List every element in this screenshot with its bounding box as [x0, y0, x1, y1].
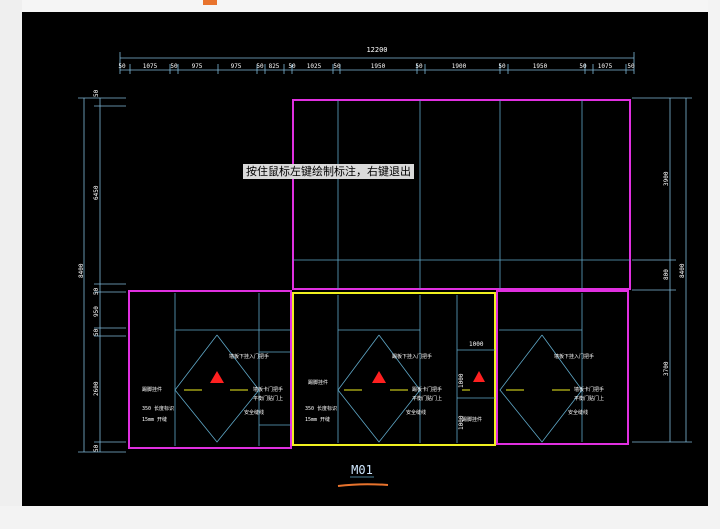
orange-tab-icon[interactable] — [203, 0, 217, 5]
left-dimension-lines — [78, 97, 126, 453]
right-dim-label: 3700 — [663, 361, 670, 376]
label-1000-c: 1000 — [458, 415, 465, 430]
lower-right-cabinet-outline[interactable] — [496, 290, 629, 445]
annotation-center-15: 15mm 开缝 — [305, 416, 330, 423]
annotation-left-350: 350 长度标识 — [142, 405, 174, 412]
top-dim-label: 825 — [269, 63, 280, 70]
annotation-right-top: 墙板下挂入门把手 — [554, 353, 594, 360]
orange-underline-mark — [337, 483, 389, 487]
top-dim-label: 50 — [118, 63, 126, 70]
label-1000-a: 1000 — [469, 341, 484, 348]
top-dim-label: 50 — [333, 63, 341, 70]
top-dim-label: 50 — [170, 63, 178, 70]
top-dim-label: 1075 — [598, 63, 613, 70]
lower-right-cabinet-panels — [499, 293, 583, 443]
top-dim-label: 50 — [579, 63, 587, 70]
top-dim-label: 1075 — [143, 63, 158, 70]
annotation-center-safe: 安全缝线 — [406, 409, 426, 416]
left-dim-label: 50 — [93, 328, 100, 336]
overall-width-label: 12200 — [366, 46, 387, 54]
annotation-right-mid: 墙板卡门把手 — [574, 386, 604, 393]
top-toolbar-strip — [0, 0, 720, 12]
annotation-left-15: 15mm 开缝 — [142, 416, 167, 423]
top-dim-label: 1950 — [533, 63, 548, 70]
annotation-right-safe: 安全缝线 — [568, 409, 588, 416]
right-dim-label: 3900 — [663, 171, 670, 186]
upper-cabinet-panels — [293, 100, 630, 289]
top-dim-label: 975 — [231, 63, 242, 70]
top-dim-label: 50 — [288, 63, 296, 70]
left-dim-label: 2600 — [93, 381, 100, 396]
annotation-center-350: 350 长度标识 — [305, 405, 337, 412]
left-panel-strip — [0, 0, 22, 529]
app-window: 12200 50 1075 50 975 975 50 825 50 1025 … — [0, 0, 720, 529]
top-dim-label: 1025 — [307, 63, 322, 70]
annotation-right-mid2: 平衡门贴门上 — [574, 395, 604, 402]
annotation-left-safe: 安全缝线 — [244, 409, 264, 416]
right-total-label: 8400 — [679, 263, 686, 278]
annotation-center-mid: 踢板卡门把手 — [412, 386, 442, 393]
annotation-left-hang: 踢脚挂件 — [142, 386, 162, 393]
cad-drawing-svg: 12200 50 1075 50 975 975 50 825 50 1025 … — [78, 46, 692, 487]
cabinet-annotations: 墙板下挂入门把手 墙板卡门把手 平衡门贴门上 安全缝线 350 长度标识 15m… — [142, 341, 604, 430]
annotation-center-hang: 踢脚挂件 — [308, 379, 328, 386]
top-dim-label: 50 — [415, 63, 423, 70]
left-dim-label: 50 — [93, 89, 100, 97]
left-dim-label: 50 — [93, 287, 100, 295]
lower-left-cabinet-panels — [174, 293, 291, 446]
top-dim-labels: 50 1075 50 975 975 50 825 50 1025 50 195… — [118, 63, 635, 70]
top-dim-label: 1900 — [452, 63, 467, 70]
annotation-right-hang: 踢脚挂件 — [462, 416, 482, 423]
left-dim-label: 6450 — [93, 185, 100, 200]
top-dim-label: 50 — [256, 63, 264, 70]
label-1000-b: 1000 — [458, 373, 465, 388]
top-dim-label: 50 — [498, 63, 506, 70]
left-total-label: 8400 — [78, 263, 85, 278]
lower-left-cabinet-outline[interactable] — [128, 290, 292, 449]
command-tooltip: 按住鼠标左键绘制标注，右键退出 — [243, 164, 414, 179]
left-dim-labels: 50 6450 50 950 50 2600 50 8400 — [78, 89, 100, 452]
right-panel-strip — [708, 0, 720, 529]
right-dim-labels: 3900 800 3700 8400 — [663, 171, 686, 376]
cabinet-label-m01: M01 — [351, 463, 373, 477]
annotation-center-top: 踢板下挂入门把手 — [392, 353, 432, 360]
top-dim-label: 50 — [627, 63, 635, 70]
annotation-left-top: 墙板下挂入门把手 — [229, 353, 269, 360]
bottom-status-strip — [0, 506, 720, 529]
top-dim-label: 1950 — [371, 63, 386, 70]
annotation-center-mid2: 平衡门贴门上 — [412, 395, 442, 402]
cad-drawing-canvas[interactable]: 12200 50 1075 50 975 975 50 825 50 1025 … — [22, 12, 708, 506]
right-dim-label: 800 — [663, 269, 670, 280]
top-dim-label: 975 — [192, 63, 203, 70]
left-dim-label: 50 — [93, 444, 100, 452]
annotation-left-mid2: 平衡门贴门上 — [253, 395, 283, 402]
annotation-left-mid: 墙板卡门把手 — [253, 386, 283, 393]
left-dim-label: 950 — [93, 306, 100, 317]
upper-cabinet-outline[interactable] — [292, 99, 631, 290]
